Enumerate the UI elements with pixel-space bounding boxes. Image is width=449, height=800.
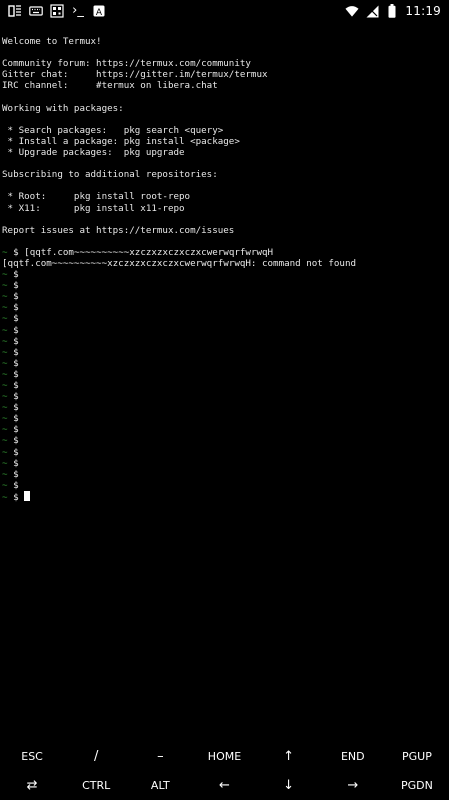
prompt-dollar: $ bbox=[7, 391, 25, 403]
prompt-line: ~ $ bbox=[2, 358, 447, 369]
pkg-search-line: * Search packages: pkg search <query> bbox=[2, 124, 224, 136]
prompt-line: ~ $ bbox=[2, 380, 447, 391]
text-a-label: A bbox=[96, 8, 103, 18]
prompt-line: ~ $ bbox=[2, 280, 447, 291]
qr-code-icon bbox=[50, 4, 64, 18]
command-text: [qqtf.com~~~~~~~~~~xzczxzxczxczxcwerwqrf… bbox=[24, 246, 274, 258]
terminal-icon: ›_ bbox=[72, 3, 84, 18]
arrow-right-key[interactable]: → bbox=[321, 771, 385, 800]
arrow-left-key[interactable]: ← bbox=[192, 771, 256, 800]
ctrl-key[interactable]: CTRL bbox=[64, 771, 128, 800]
prompt-line: ~ $ bbox=[2, 302, 447, 313]
prompt-dollar: $ bbox=[7, 335, 25, 347]
irc-line: IRC channel: #termux on libera.chat bbox=[2, 80, 218, 92]
prompt-line: ~ $ bbox=[2, 336, 447, 347]
extra-keys-row-2: ⇄ CTRL ALT ← ↓ → PGDN bbox=[0, 771, 449, 800]
prompt-line: ~ $ bbox=[2, 269, 447, 280]
prompt-line: ~ $ bbox=[2, 369, 447, 380]
prompt-line: ~ $ bbox=[2, 424, 447, 435]
prompt-dollar: $ bbox=[7, 357, 25, 369]
prompt-dollar: $ bbox=[7, 413, 25, 425]
prompt-line: ~ $ bbox=[2, 291, 447, 302]
welcome-line: Welcome to Termux! bbox=[2, 36, 102, 48]
prompt-line: ~ $ bbox=[2, 347, 447, 358]
prompt-dollar: $ bbox=[7, 479, 25, 491]
prompt-dollar: $ bbox=[7, 491, 25, 503]
pkg-install-line: * Install a package: pkg install <packag… bbox=[2, 135, 240, 147]
battery-icon bbox=[385, 4, 399, 18]
repo-root-line: * Root: pkg install root-repo bbox=[2, 191, 191, 203]
alt-key[interactable]: ALT bbox=[128, 771, 192, 800]
prompt-dollar: $ bbox=[7, 246, 25, 258]
no-sim-icon bbox=[365, 4, 379, 18]
status-left-icons: ›_ A bbox=[8, 4, 106, 18]
terminal-output[interactable]: Welcome to Termux! Community forum: http… bbox=[2, 25, 447, 745]
prompt-dollar: $ bbox=[7, 368, 25, 380]
text-cursor bbox=[24, 490, 31, 501]
clock: 11:19 bbox=[405, 4, 441, 18]
extra-keys-row-1: ESC / – HOME ↑ END PGUP bbox=[0, 742, 449, 771]
command-line: ~ $ [qqtf.com~~~~~~~~~~xzczxzxczxczxcwer… bbox=[2, 247, 447, 258]
prompt-dollar: $ bbox=[7, 346, 25, 358]
app-notification-icon bbox=[8, 4, 22, 18]
prompt-line: ~ $ bbox=[2, 435, 447, 446]
pkg-upgrade-line: * Upgrade packages: pkg upgrade bbox=[2, 147, 185, 159]
prompt-line: ~ $ bbox=[2, 413, 447, 424]
report-line: Report issues at https://termux.com/issu… bbox=[2, 224, 235, 236]
gitter-line: Gitter chat: https://gitter.im/termux/te… bbox=[2, 69, 268, 81]
prompt-dollar: $ bbox=[7, 324, 25, 336]
prompt-dollar: $ bbox=[7, 313, 25, 325]
pgdn-key[interactable]: PGDN bbox=[385, 771, 449, 800]
prompt-line: ~ $ bbox=[2, 447, 447, 458]
wifi-icon bbox=[345, 4, 359, 18]
prompt-line: ~ $ bbox=[2, 313, 447, 324]
prompt-dollar: $ bbox=[7, 435, 25, 447]
prompt-line: ~ $ bbox=[2, 480, 447, 491]
prompt-dollar: $ bbox=[7, 380, 25, 391]
prompt-dollar: $ bbox=[7, 424, 25, 436]
slash-key[interactable]: / bbox=[64, 742, 128, 771]
prompt-dollar: $ bbox=[7, 402, 25, 414]
repos-header: Subscribing to additional repositories: bbox=[2, 169, 218, 181]
active-prompt-line[interactable]: ~ $ bbox=[2, 490, 447, 503]
keyboard-icon bbox=[29, 4, 43, 18]
prompt-dollar: $ bbox=[7, 468, 25, 480]
text-a-icon: A bbox=[92, 4, 106, 18]
extra-keys-bar: ESC / – HOME ↑ END PGUP ⇄ CTRL ALT ← ↓ →… bbox=[0, 742, 449, 800]
prompt-dollar: $ bbox=[7, 446, 25, 458]
prompt-dollar: $ bbox=[7, 302, 25, 314]
prompt-dollar: $ bbox=[7, 280, 25, 292]
community-line: Community forum: https://termux.com/comm… bbox=[2, 58, 251, 70]
prompt-line: ~ $ bbox=[2, 458, 447, 469]
tab-key[interactable]: ⇄ bbox=[0, 771, 64, 800]
esc-key[interactable]: ESC bbox=[0, 742, 64, 771]
error-line: [qqtf.com~~~~~~~~~~xzczxzxczxczxcwerwqrf… bbox=[2, 257, 357, 269]
end-key[interactable]: END bbox=[321, 742, 385, 771]
packages-header: Working with packages: bbox=[2, 102, 124, 114]
prompt-dollar: $ bbox=[7, 291, 25, 303]
home-key[interactable]: HOME bbox=[192, 742, 256, 771]
arrow-down-key[interactable]: ↓ bbox=[257, 771, 321, 800]
prompt-line: ~ $ bbox=[2, 325, 447, 336]
status-right-icons: 11:19 bbox=[345, 4, 441, 18]
arrow-up-key[interactable]: ↑ bbox=[257, 742, 321, 771]
pgup-key[interactable]: PGUP bbox=[385, 742, 449, 771]
prompt-dollar: $ bbox=[7, 269, 25, 281]
prompt-dollar: $ bbox=[7, 457, 25, 469]
dash-key[interactable]: – bbox=[128, 742, 192, 771]
prompt-line: ~ $ bbox=[2, 402, 447, 413]
status-bar: ›_ A 11:19 bbox=[0, 0, 449, 22]
repo-x11-line: * X11: pkg install x11-repo bbox=[2, 202, 185, 214]
prompt-line: ~ $ bbox=[2, 469, 447, 480]
prompt-line: ~ $ bbox=[2, 391, 447, 402]
